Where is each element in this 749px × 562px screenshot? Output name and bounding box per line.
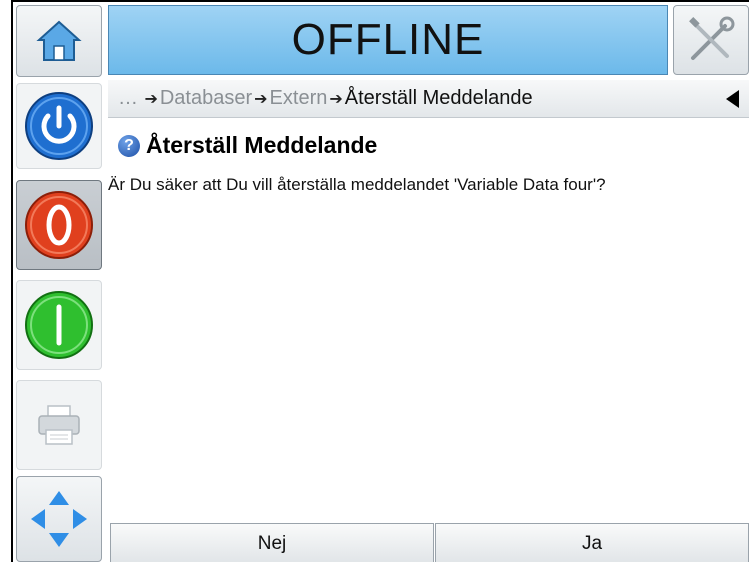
start-icon <box>25 291 93 359</box>
home-icon <box>36 20 82 61</box>
dialog-title-text: Återställ Meddelande <box>146 132 378 158</box>
breadcrumb-item-current: Återställ Meddelande <box>344 87 533 109</box>
power-button[interactable] <box>16 83 102 169</box>
breadcrumb-separator-icon: ➔ <box>140 90 158 108</box>
breadcrumb-item-databaser[interactable]: Databaser <box>160 87 252 110</box>
stop-icon <box>25 191 93 259</box>
dialog-content: ? Återställ Meddelande Är Du säker att D… <box>108 120 749 520</box>
printer-icon <box>38 405 80 445</box>
dialog-message: Är Du säker att Du vill återställa medde… <box>108 175 606 194</box>
breadcrumb-ellipsis[interactable]: … <box>118 87 138 110</box>
stop-button[interactable] <box>16 180 102 270</box>
tools-button[interactable] <box>673 5 749 75</box>
breadcrumb-separator-icon: ➔ <box>254 90 268 108</box>
breadcrumb: … ➔ Databaser ➔ Extern ➔ Återställ Medde… <box>108 80 749 118</box>
power-icon <box>25 92 93 160</box>
back-arrow-icon[interactable] <box>726 90 739 108</box>
dialog-title: ? Återställ Meddelande <box>118 132 377 159</box>
navigation-arrows-icon <box>31 491 87 547</box>
breadcrumb-item-extern[interactable]: Extern <box>270 87 328 110</box>
start-button[interactable] <box>16 280 102 370</box>
breadcrumb-separator-icon: ➔ <box>329 90 343 108</box>
status-text: OFFLINE <box>291 15 485 64</box>
yes-button-label: Ja <box>581 532 603 554</box>
tools-icon <box>689 16 735 60</box>
navigation-button[interactable] <box>16 476 102 562</box>
print-button[interactable] <box>16 380 102 470</box>
yes-button[interactable]: Ja <box>435 523 749 562</box>
home-button[interactable] <box>16 5 102 77</box>
app-frame: OFFLINE … ➔ Databaser ➔ Extern ➔ Återstä… <box>11 0 749 562</box>
status-banner: OFFLINE <box>108 5 668 75</box>
no-button-label: Nej <box>257 532 287 554</box>
question-icon: ? <box>118 134 140 157</box>
no-button[interactable]: Nej <box>110 523 434 562</box>
